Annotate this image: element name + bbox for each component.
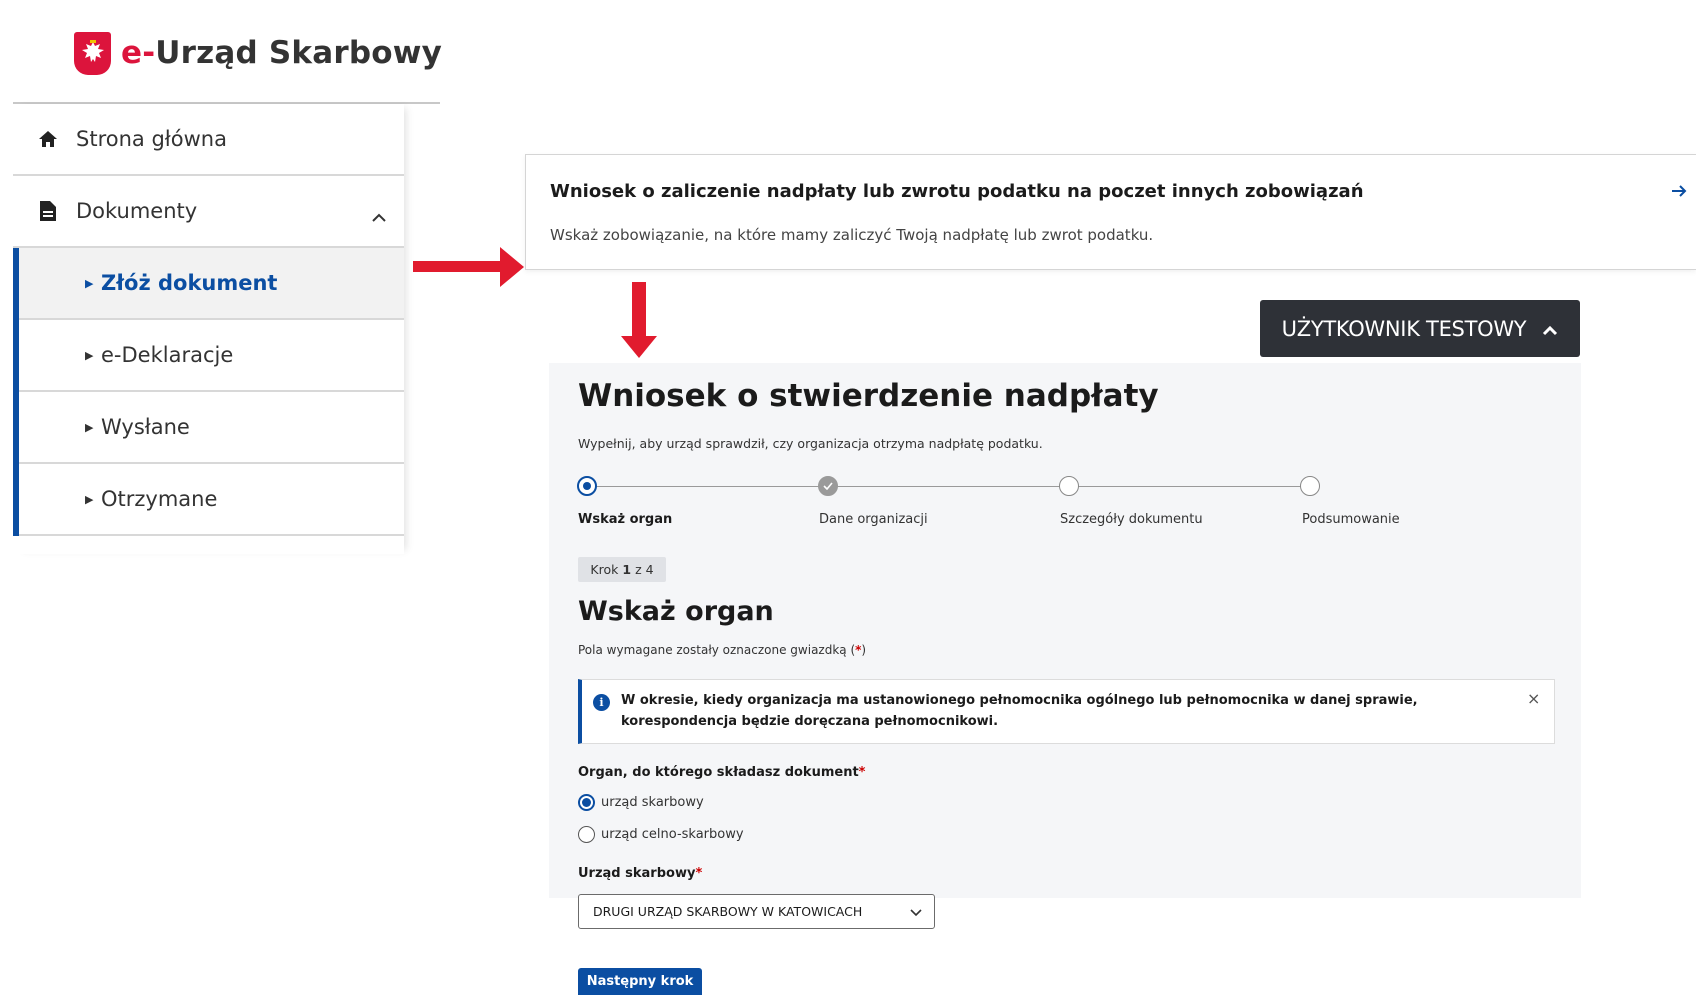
annotation-arrow-right-head [500, 247, 524, 287]
tax-office-select-value: DRUGI URZĄD SKARBOWY W KATOWICACH [593, 904, 863, 919]
sidebar: Strona główna Dokumenty ▶ Złóż dokument … [13, 104, 404, 554]
required-note: Pola wymagane zostały oznaczone gwiazdką… [578, 643, 866, 657]
eagle-emblem-icon [74, 31, 111, 75]
office-label-text: Urząd skarbowy [578, 866, 696, 881]
card-description: Wskaż zobowiązanie, na które mamy zalicz… [550, 226, 1154, 244]
user-menu-button[interactable]: UŻYTKOWNIK TESTOWY [1260, 300, 1580, 357]
sidebar-item-e-declarations[interactable]: ▶ e-Deklaracje [19, 320, 404, 392]
sidebar-item-submit-document[interactable]: ▶ Złóż dokument [19, 248, 404, 320]
bullet-triangle-icon: ▶ [85, 276, 94, 290]
radio-button[interactable] [578, 826, 595, 843]
organ-field-label: Organ, do którego składasz dokument* [578, 765, 865, 780]
tax-office-select[interactable]: DRUGI URZĄD SKARBOWY W KATOWICACH [578, 894, 935, 929]
step-indicator [1300, 476, 1320, 496]
sidebar-item-home[interactable]: Strona główna [13, 104, 404, 176]
annotation-arrow-down-head [621, 336, 657, 358]
annotation-arrow-down [632, 282, 646, 338]
step-indicator [1059, 476, 1079, 496]
office-field-label: Urząd skarbowy* [578, 866, 702, 881]
app-title: e-Urząd Skarbowy [121, 35, 442, 71]
section-title: Wskaż organ [578, 596, 774, 627]
close-icon[interactable]: × [1527, 689, 1540, 708]
required-note-close: ) [861, 643, 867, 657]
step-counter-prefix: Krok [590, 562, 619, 577]
sidebar-item-received[interactable]: ▶ Otrzymane [19, 464, 404, 536]
required-star: * [858, 765, 866, 780]
document-icon [37, 200, 59, 222]
sidebar-item-sent[interactable]: ▶ Wysłane [19, 392, 404, 464]
step-counter-current: 1 [622, 562, 632, 577]
sidebar-item-label: Dokumenty [76, 199, 198, 223]
chevron-down-icon [910, 905, 922, 920]
radio-option-customs-tax-office[interactable]: urząd celno-skarbowy [578, 826, 744, 843]
step-counter-badge: Krok 1 z 4 [578, 557, 666, 582]
info-alert: i W okresie, kiedy organizacja ma ustano… [578, 679, 1555, 744]
card-title: Wniosek o zaliczenie nadpłaty lub zwrotu… [550, 181, 1364, 202]
radio-option-tax-office[interactable]: urząd skarbowy [578, 794, 704, 811]
organ-label-text: Organ, do którego składasz dokument [578, 765, 859, 780]
sidebar-subitem-label: e-Deklaracje [101, 343, 234, 367]
sidebar-subitem-label: Otrzymane [101, 487, 218, 511]
app-title-name: Urząd Skarbowy [155, 35, 442, 71]
radio-button-selected[interactable] [578, 794, 595, 811]
step-label: Szczegóły dokumentu [1060, 512, 1203, 527]
arrow-right-icon[interactable] [1671, 179, 1687, 203]
sidebar-submenu: ▶ Złóż dokument ▶ e-Deklaracje ▶ Wysłane… [13, 248, 404, 536]
radio-label: urząd skarbowy [601, 795, 704, 810]
stepper-track [587, 486, 1309, 487]
bullet-triangle-icon: ▶ [85, 348, 94, 362]
sidebar-subitem-label: Wysłane [101, 415, 190, 439]
bullet-triangle-icon: ▶ [85, 420, 94, 434]
chevron-up-icon [1542, 317, 1558, 341]
sidebar-subitem-label: Złóż dokument [101, 271, 278, 295]
page-lead: Wypełnij, aby urząd sprawdził, czy organ… [578, 436, 1043, 451]
user-menu-label: UŻYTKOWNIK TESTOWY [1281, 316, 1527, 341]
next-step-button[interactable]: Następny krok [578, 968, 702, 995]
info-alert-text: W okresie, kiedy organizacja ma ustanowi… [621, 693, 1418, 729]
info-icon: i [593, 694, 610, 711]
radio-label: urząd celno-skarbowy [601, 827, 744, 842]
step-counter-separator: z [635, 562, 642, 577]
step-counter-total: 4 [645, 562, 654, 577]
step-label: Wskaż organ [578, 512, 673, 527]
bullet-triangle-icon: ▶ [85, 492, 94, 506]
step-label: Podsumowanie [1302, 512, 1400, 527]
annotation-arrow-right [413, 261, 510, 272]
sidebar-item-documents[interactable]: Dokumenty [13, 176, 404, 248]
required-star: * [695, 866, 703, 881]
app-title-prefix: e- [121, 35, 156, 71]
home-icon [37, 128, 59, 150]
page-title: Wniosek o stwierdzenie nadpłaty [578, 378, 1159, 414]
step-indicator-current [577, 476, 597, 496]
app-logo[interactable]: e-Urząd Skarbowy [74, 31, 442, 75]
sidebar-item-label: Strona główna [76, 127, 227, 151]
required-note-text: Pola wymagane zostały oznaczone gwiazdką… [578, 643, 856, 657]
step-indicator-done [818, 476, 838, 496]
document-card[interactable]: Wniosek o zaliczenie nadpłaty lub zwrotu… [525, 154, 1696, 270]
chevron-up-icon[interactable] [372, 204, 386, 228]
step-label: Dane organizacji [819, 512, 928, 527]
